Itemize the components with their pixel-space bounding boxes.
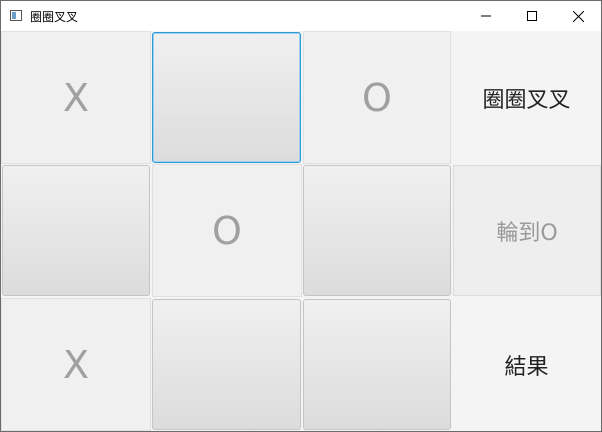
minimize-icon <box>481 15 491 17</box>
app-icon <box>10 10 22 21</box>
cell-1-2[interactable] <box>152 32 301 163</box>
close-icon <box>572 10 584 22</box>
title-bar: 圈圈叉叉 <box>1 1 601 31</box>
cell-3-1[interactable]: X <box>1 298 151 431</box>
cell-1-1[interactable]: X <box>1 31 151 164</box>
cell-2-3[interactable] <box>303 165 451 296</box>
cell-3-2[interactable] <box>152 299 301 430</box>
close-button[interactable] <box>555 1 601 31</box>
maximize-icon <box>527 11 537 21</box>
maximize-button[interactable] <box>509 1 555 31</box>
minimize-button[interactable] <box>463 1 509 31</box>
window-title: 圈圈叉叉 <box>30 10 79 24</box>
cell-3-3[interactable] <box>303 299 451 430</box>
game-board: X O O X 圈圈叉叉 輪到O 結果 <box>1 31 601 431</box>
cell-2-1[interactable] <box>2 165 150 296</box>
turn-indicator: 輪到O <box>453 165 601 296</box>
result-label: 結果 <box>504 354 549 380</box>
app-window: 圈圈叉叉 X O O X 圈圈叉叉 輪到O 結果 <box>0 0 602 432</box>
game-title-label: 圈圈叉叉 <box>482 87 571 113</box>
cell-2-2[interactable]: O <box>152 164 302 297</box>
cell-1-3[interactable]: O <box>303 31 451 164</box>
